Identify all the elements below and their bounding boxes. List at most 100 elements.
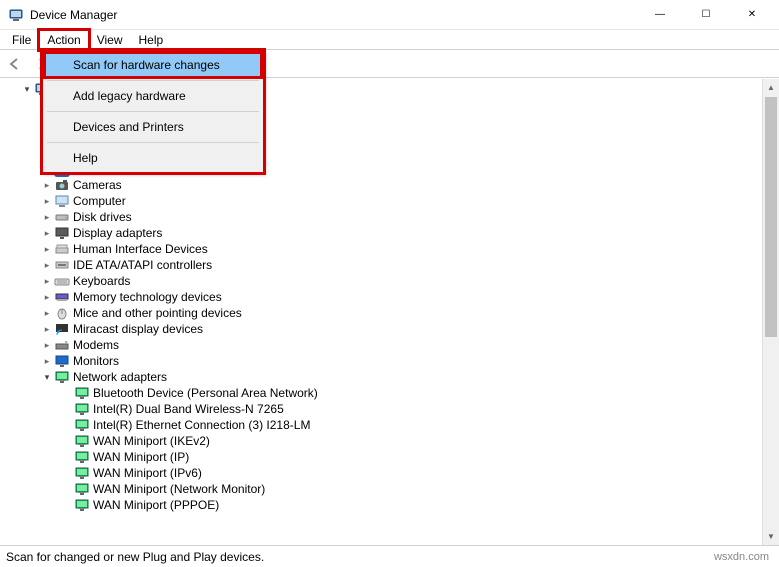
collapse-icon[interactable]: ▾	[40, 369, 54, 385]
node-label: WAN Miniport (IKEv2)	[93, 433, 210, 449]
expand-icon[interactable]: ▸	[40, 177, 54, 193]
node-label: Intel(R) Dual Band Wireless-N 7265	[93, 401, 284, 417]
network-icon	[74, 401, 90, 417]
network-icon	[74, 481, 90, 497]
menuitem-help[interactable]: Help	[45, 146, 261, 170]
ide-icon	[54, 257, 70, 273]
network-icon	[74, 497, 90, 513]
device-intel-ethernet[interactable]: Intel(R) Ethernet Connection (3) I218-LM	[4, 417, 761, 433]
menu-view[interactable]: View	[89, 30, 131, 50]
expand-icon[interactable]: ▸	[40, 257, 54, 273]
node-label: Intel(R) Ethernet Connection (3) I218-LM	[93, 417, 310, 433]
node-label: WAN Miniport (IP)	[93, 449, 189, 465]
maximize-button[interactable]: ☐	[683, 0, 729, 30]
miracast-icon	[54, 321, 70, 337]
node-label: Disk drives	[73, 209, 132, 225]
network-icon	[74, 449, 90, 465]
category-monitors[interactable]: ▸ Monitors	[4, 353, 761, 369]
category-display-adapters[interactable]: ▸ Display adapters	[4, 225, 761, 241]
category-mice[interactable]: ▸ Mice and other pointing devices	[4, 305, 761, 321]
menu-separator	[47, 111, 259, 112]
scroll-down-button[interactable]: ▼	[763, 528, 779, 545]
status-bar: Scan for changed or new Plug and Play de…	[0, 545, 779, 567]
network-icon	[74, 465, 90, 481]
node-label: Network adapters	[73, 369, 167, 385]
device-wan-ikev2[interactable]: WAN Miniport (IKEv2)	[4, 433, 761, 449]
expand-icon[interactable]: ▾	[20, 81, 34, 97]
device-wan-netmon[interactable]: WAN Miniport (Network Monitor)	[4, 481, 761, 497]
category-hid[interactable]: ▸ Human Interface Devices	[4, 241, 761, 257]
node-label: Display adapters	[73, 225, 162, 241]
menuitem-add-legacy[interactable]: Add legacy hardware	[45, 84, 261, 108]
menu-action[interactable]: Action	[39, 30, 88, 50]
action-menu-dropdown: Scan for hardware changes Add legacy har…	[42, 50, 264, 173]
category-miracast[interactable]: ▸ Miracast display devices	[4, 321, 761, 337]
expand-icon[interactable]: ▸	[40, 289, 54, 305]
app-icon	[8, 7, 24, 23]
node-label: WAN Miniport (Network Monitor)	[93, 481, 265, 497]
category-computer[interactable]: ▸ Computer	[4, 193, 761, 209]
category-keyboards[interactable]: ▸ Keyboards	[4, 273, 761, 289]
network-icon	[74, 417, 90, 433]
node-label: WAN Miniport (IPv6)	[93, 465, 202, 481]
network-icon	[74, 385, 90, 401]
window-title: Device Manager	[30, 8, 117, 22]
device-wan-ip[interactable]: WAN Miniport (IP)	[4, 449, 761, 465]
menuitem-devices-and-printers[interactable]: Devices and Printers	[45, 115, 261, 139]
expand-icon[interactable]: ▸	[40, 273, 54, 289]
device-bt-pan[interactable]: Bluetooth Device (Personal Area Network)	[4, 385, 761, 401]
menuitem-scan-hardware[interactable]: Scan for hardware changes	[45, 53, 261, 77]
display-icon	[54, 225, 70, 241]
node-label: Computer	[73, 193, 126, 209]
computer-icon	[54, 193, 70, 209]
node-label: Keyboards	[73, 273, 130, 289]
device-wan-pppoe[interactable]: WAN Miniport (PPPOE)	[4, 497, 761, 513]
hid-icon	[54, 241, 70, 257]
scroll-thumb[interactable]	[765, 97, 777, 337]
device-wan-ipv6[interactable]: WAN Miniport (IPv6)	[4, 465, 761, 481]
network-icon	[54, 369, 70, 385]
node-label: Memory technology devices	[73, 289, 222, 305]
camera-icon	[54, 177, 70, 193]
disk-icon	[54, 209, 70, 225]
status-text: Scan for changed or new Plug and Play de…	[6, 550, 264, 564]
minimize-button[interactable]: —	[637, 0, 683, 30]
category-modems[interactable]: ▸ Modems	[4, 337, 761, 353]
category-memory-tech[interactable]: ▸ Memory technology devices	[4, 289, 761, 305]
mouse-icon	[54, 305, 70, 321]
node-label: Human Interface Devices	[73, 241, 208, 257]
keyboard-icon	[54, 273, 70, 289]
device-intel-wireless[interactable]: Intel(R) Dual Band Wireless-N 7265	[4, 401, 761, 417]
node-label: IDE ATA/ATAPI controllers	[73, 257, 212, 273]
node-label: Miracast display devices	[73, 321, 203, 337]
expand-icon[interactable]: ▸	[40, 209, 54, 225]
memory-icon	[54, 289, 70, 305]
modem-icon	[54, 337, 70, 353]
expand-icon[interactable]: ▸	[40, 241, 54, 257]
menu-file[interactable]: File	[4, 30, 39, 50]
menu-separator	[47, 142, 259, 143]
toolbar-back-button[interactable]	[3, 52, 27, 76]
expand-icon[interactable]: ▸	[40, 305, 54, 321]
expand-icon[interactable]: ▸	[40, 225, 54, 241]
title-bar: Device Manager — ☐ ✕	[0, 0, 779, 30]
monitor-icon	[54, 353, 70, 369]
category-disk-drives[interactable]: ▸ Disk drives	[4, 209, 761, 225]
node-label: Modems	[73, 337, 119, 353]
node-label: WAN Miniport (PPPOE)	[93, 497, 219, 513]
category-ide[interactable]: ▸ IDE ATA/ATAPI controllers	[4, 257, 761, 273]
close-button[interactable]: ✕	[729, 0, 775, 30]
network-icon	[74, 433, 90, 449]
expand-icon[interactable]: ▸	[40, 193, 54, 209]
expand-icon[interactable]: ▸	[40, 337, 54, 353]
node-label: Mice and other pointing devices	[73, 305, 242, 321]
menu-help[interactable]: Help	[131, 30, 172, 50]
expand-icon[interactable]: ▸	[40, 353, 54, 369]
node-label: Cameras	[73, 177, 122, 193]
node-label: Monitors	[73, 353, 119, 369]
expand-icon[interactable]: ▸	[40, 321, 54, 337]
scroll-up-button[interactable]: ▲	[763, 79, 779, 96]
category-cameras[interactable]: ▸ Cameras	[4, 177, 761, 193]
vertical-scrollbar[interactable]: ▲ ▼	[762, 79, 779, 545]
category-network-adapters[interactable]: ▾ Network adapters	[4, 369, 761, 385]
